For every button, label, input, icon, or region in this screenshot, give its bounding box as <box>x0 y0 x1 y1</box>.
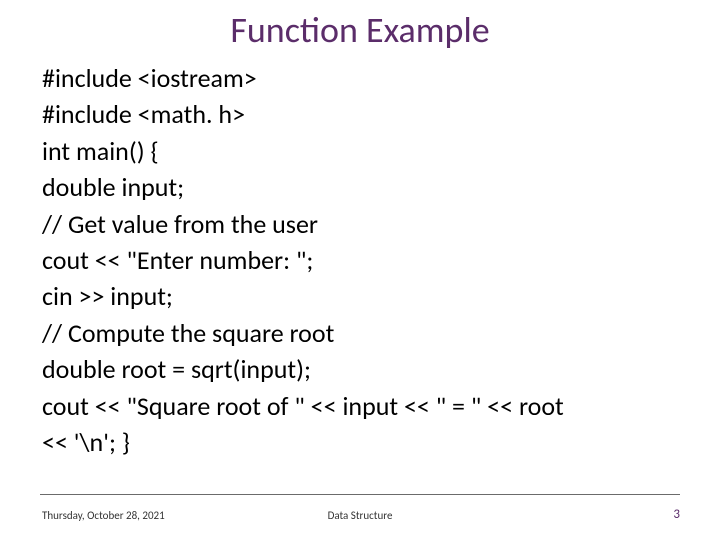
footer-date: Thursday, October 28, 2021 <box>42 509 165 522</box>
code-block: #include <iostream> #include <math. h> i… <box>0 60 720 540</box>
code-line: << '\n'; } <box>42 424 680 460</box>
code-line: #include <iostream> <box>42 60 680 96</box>
code-line: #include <math. h> <box>42 96 680 132</box>
slide-title: Function Example <box>0 8 720 52</box>
code-line: cout << "Square root of " << input << " … <box>42 388 680 424</box>
code-line: // Get value from the user <box>42 206 680 242</box>
footer: Thursday, October 28, 2021 Data Structur… <box>0 500 720 522</box>
code-line: double root = sqrt(input); <box>42 351 680 387</box>
footer-subject: Data Structure <box>328 509 393 522</box>
code-line: cin >> input; <box>42 278 680 314</box>
footer-divider <box>40 494 680 495</box>
code-line: cout << "Enter number: "; <box>42 242 680 278</box>
slide-container: Function Example #include <iostream> #in… <box>0 0 720 540</box>
code-line: // Compute the square root <box>42 315 680 351</box>
footer-page-number: 3 <box>673 507 680 522</box>
code-line: double input; <box>42 169 680 205</box>
code-line: int main() { <box>42 133 680 169</box>
